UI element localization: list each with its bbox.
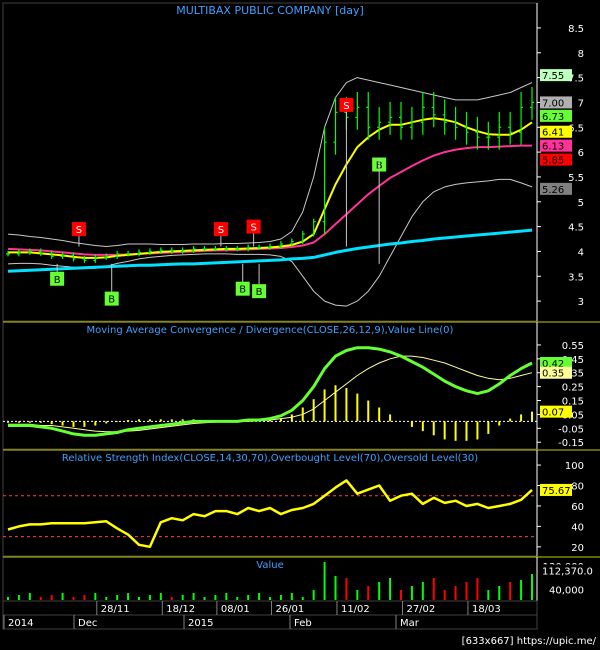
sell-signal-label: S	[343, 101, 349, 112]
volume-tick-label: 40,000	[549, 586, 584, 597]
axis-tick-label: 80	[571, 482, 584, 493]
axis-tick-label: 3.5	[568, 272, 584, 283]
axis-tick-label: 8.5	[568, 24, 584, 35]
sell-signal-label: S	[218, 225, 224, 236]
volume-value-tags: 112,370.0	[540, 564, 593, 578]
price-tag: 6.73	[542, 112, 564, 123]
date-label: 26/01	[275, 604, 304, 615]
period-label: Mar	[400, 618, 420, 629]
buy-signal-label: B	[54, 275, 61, 286]
period-label: Feb	[294, 618, 312, 629]
price-tag: 7.55	[542, 71, 564, 82]
axis-tick-label: 60	[571, 502, 584, 513]
rsi-tag: 75.67	[542, 486, 571, 497]
axis-tick-label: 40	[571, 522, 584, 533]
macd-tag: 0.35	[542, 369, 564, 380]
date-label: 11/02	[341, 604, 370, 615]
price-tag: 5.26	[542, 185, 564, 196]
date-label: 18/03	[472, 604, 501, 615]
axis-tick-label: 4	[578, 247, 584, 258]
date-label: 08/01	[221, 604, 250, 615]
buy-signal-label: B	[108, 295, 115, 306]
axis-tick-label: 6	[578, 148, 584, 159]
date-axis: 28/11 18/12 08/01 26/01 11/02 27/02 18/03 2014 D…	[2, 600, 538, 630]
price-tag: 6.13	[542, 142, 564, 153]
price-tag: 7.00	[542, 98, 564, 109]
axis-tick-label: -0.05	[558, 424, 584, 435]
sell-signal-label: S	[76, 225, 82, 236]
axis-tick-label: 0.25	[562, 383, 584, 394]
axis-tick-label: 7	[578, 98, 584, 109]
axis-tick-label: 8	[578, 49, 584, 60]
price-tag: 6.41	[542, 128, 564, 139]
watermark: [633x667] https://upic.me/	[462, 636, 597, 647]
date-label: 27/02	[406, 604, 435, 615]
buy-signal-label: B	[256, 287, 263, 298]
axis-tick-label: 20	[571, 543, 584, 554]
stock-chart: MULTIBAX PUBLIC COMPANY [day] SBBSSBBSB …	[0, 0, 600, 650]
date-label: 18/12	[166, 604, 195, 615]
price-tag: 5.85	[542, 156, 564, 167]
date-label: 28/11	[101, 604, 130, 615]
chart-title: MULTIBAX PUBLIC COMPANY [day]	[176, 4, 364, 17]
period-label: 2015	[188, 618, 213, 629]
buy-signal-label: B	[239, 285, 246, 296]
period-label: 2014	[8, 618, 33, 629]
macd-title: Moving Average Convergence / Divergence(…	[87, 325, 454, 336]
period-label: Dec	[78, 618, 97, 629]
rsi-title: Relative Strength Index(CLOSE,14,30,70),…	[62, 453, 478, 464]
volume-title: Value	[256, 560, 283, 571]
axis-tick-label: 100	[565, 461, 584, 472]
volume-tag: 112,370.0	[542, 567, 593, 578]
sell-signal-label: S	[250, 223, 256, 234]
axis-tick-label: 3	[578, 297, 584, 308]
axis-tick-label: 4.5	[568, 223, 584, 234]
axis-tick-label: 5.5	[568, 173, 584, 184]
axis-tick-label: 5	[578, 198, 584, 209]
axis-tick-label: -0.15	[558, 438, 584, 449]
macd-tag: 0.07	[542, 408, 564, 419]
rsi-value-tags: 75.67	[540, 483, 572, 497]
axis-tick-label: 0.55	[562, 341, 584, 352]
